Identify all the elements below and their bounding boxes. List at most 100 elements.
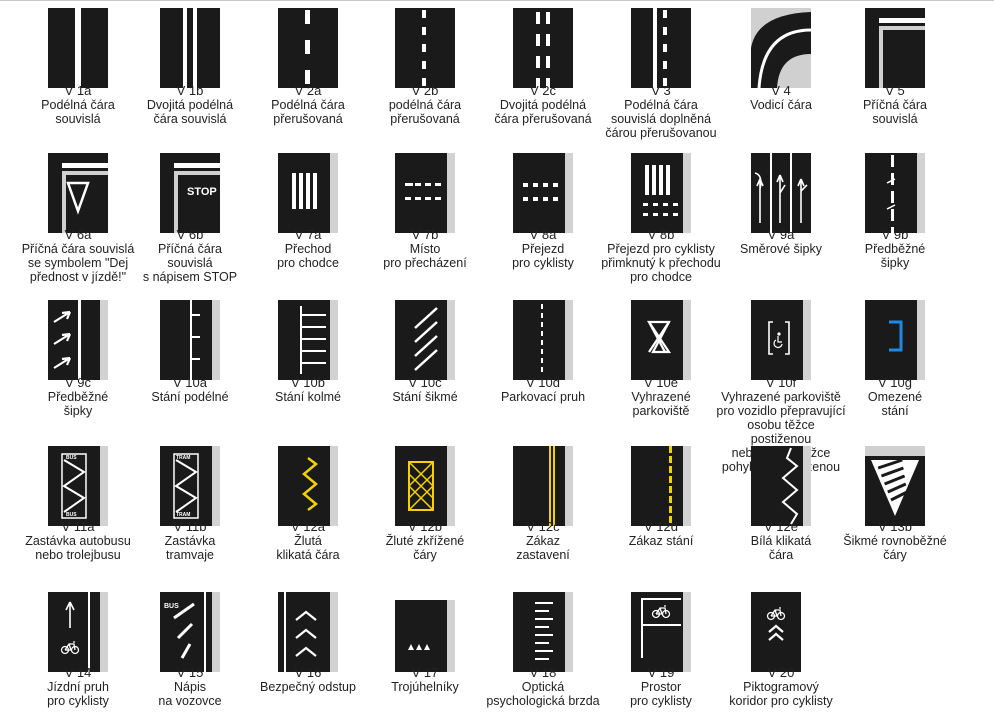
sign-description-line: pro vozidlo přepravující [716,404,846,418]
sign-code: V 8a [529,227,557,242]
sign-description-line: se symbolem "Dej [27,256,129,270]
sign-description-line: Vyhrazené [631,390,691,404]
sign-code: V 10b [291,375,325,390]
stop-line-icon [865,8,925,88]
sign-description: Dvojitá podélná čára souvislá [125,98,255,126]
angled-parking-icon [395,300,455,380]
sign-description: Zákaz stání [596,534,726,548]
sign-description-line: Jízdní pruh [47,680,109,694]
sign-code: V 17 [411,665,439,680]
advance-arrows-line-icon [865,153,925,233]
sign-description: Příčná čára souvislá [830,98,960,126]
sign-description-line: čárou přerušovanou [605,126,717,140]
sign-description: Podélná čára souvislá doplněná čárou přeru… [596,98,726,140]
sign-description-line: Zákaz [525,534,561,548]
sign-description-line: Parkovací pruh [500,390,586,404]
sign-description-line: klikatá čára [276,548,340,562]
sign-description: Zastávka autobusu nebo trolejbusu [13,534,143,562]
sign-description-line: Zákaz stání [628,534,694,548]
sign-description-line: Omezené [867,390,923,404]
give-way-triangle-icon [48,153,108,233]
sign-code: V 3 [651,83,671,98]
double-dashed-line-icon [513,8,573,88]
sign-code: V 2c [529,83,556,98]
sign-description-line: Příčná čára souvislá [21,242,135,256]
sharrow-icon [751,592,811,672]
sign-code: V 10d [526,375,560,390]
sign-description-line: Zastávka [164,534,216,548]
sign-description-line: Nápis [174,680,206,694]
sign-description-line: Dvojitá podélná [499,98,587,112]
sign-code: V 12e [764,519,798,534]
sign-description: Prostor pro cyklisty [596,680,726,708]
sign-description-line: šipky [63,404,93,418]
reserved-parking-icon [631,300,691,380]
sign-description-line: Stání kolmé [274,390,341,404]
sign-description-line: čára přerušovaná [494,112,592,126]
no-parking-line-icon [631,446,691,526]
sign-description: Trojúhelníky [360,680,490,694]
sign-code: V 9a [767,227,795,242]
svg-text:BUS: BUS [66,512,77,518]
dashed-line-icon [278,8,338,88]
sign-description-line: souvislá [55,112,101,126]
hatched-area-icon [865,446,925,526]
sign-code: V 16 [294,665,322,680]
sign-description-line: zastavení [516,548,570,562]
sign-description-line: Šikmé rovnoběžné [843,534,947,548]
sign-description-line: Dvojitá podélná [146,98,234,112]
sign-description-line: Žluté zkřížené [385,534,465,548]
sign-description-line: pro cyklisty [630,694,692,708]
sign-code: V 1b [176,83,204,98]
stop-text-icon: STOP [160,153,220,233]
sign-description-line: Piktogramový [743,680,819,694]
sign-description-line: Optická [521,680,565,694]
sign-code: V 1a [64,83,92,98]
svg-text:BUS: BUS [164,603,179,610]
sign-description-line: stání [881,404,909,418]
sign-description-line: přednost v jízdě!" [29,270,127,284]
disabled-parking-icon [751,300,811,380]
sign-description: Podélná čára přerušovaná [243,98,373,126]
white-zigzag-icon [751,446,811,526]
sign-description-line: pro přecházení [383,256,467,270]
sign-description-line: přerušovaná [390,112,460,126]
sign-description-line: souvislá doplněná [610,112,712,126]
sign-description: Nápis na vozovce [125,680,255,708]
sign-code: V 19 [647,665,675,680]
sign-code: V 12b [408,519,442,534]
sign-description: Omezené stání [830,390,960,418]
bicycle-crossing-icon [513,153,573,233]
sign-description: Piktogramový koridor pro cyklisty [716,680,846,708]
sign-description-line: psychologická brzda [486,694,600,708]
sign-description-line: čáry [413,548,437,562]
sign-description-line: Stání podélné [151,390,229,404]
cycle-lane-icon [48,592,108,672]
sign-description: Optická psychologická brzda [478,680,608,708]
sign-description-line: Bílá klikatá [750,534,812,548]
sign-code: V 10e [644,375,678,390]
sign-code: V 7a [294,227,322,242]
sign-description-line: čára souvislá [153,112,227,126]
sign-code: V 6b [176,227,204,242]
sign-code: V 20 [767,665,795,680]
sign-code: V 13b [878,519,912,534]
parking-lane-icon [513,300,573,380]
sign-code: V 10f [765,375,797,390]
sign-code: V 12a [291,519,325,534]
advance-arrows-icon [48,300,108,380]
guide-line-icon [751,8,811,88]
no-stopping-line-icon [513,446,573,526]
sign-description: Žluté zkřížené čáry [360,534,490,562]
optical-brake-icon [513,592,573,672]
sign-description: Zastávka tramvaje [125,534,255,562]
sign-description: Zákaz zastavení [478,534,608,562]
limited-parking-icon [865,300,925,380]
sign-description: Dvojitá podélná čára přerušovaná [478,98,608,126]
road-text-icon: BUS [160,592,220,672]
sign-description-line: Příčná čára [158,242,222,256]
sign-description-line: Trojúhelníky [391,680,459,694]
sign-code: V 10c [408,375,442,390]
solid-line-icon [48,8,108,88]
sign-code: V 6a [64,227,92,242]
